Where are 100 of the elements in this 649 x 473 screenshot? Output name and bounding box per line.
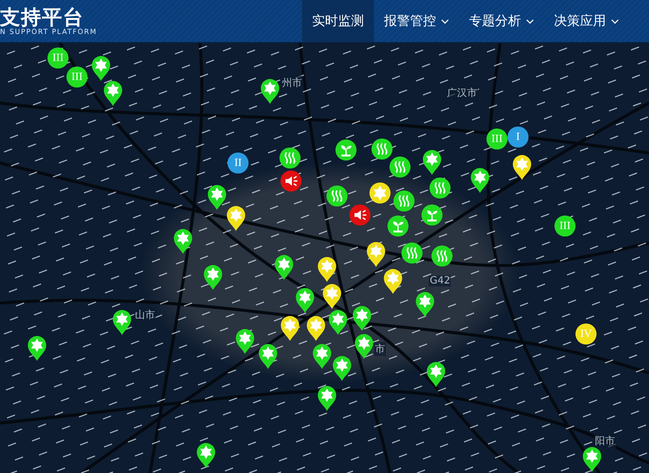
map-pin[interactable] — [332, 355, 352, 382]
chevron-down-icon — [526, 18, 534, 24]
map-pin[interactable] — [207, 184, 227, 211]
map-marker[interactable] — [431, 245, 453, 267]
map-marker[interactable] — [389, 156, 411, 178]
level-numeral: III — [72, 71, 82, 83]
map-pin[interactable] — [112, 309, 132, 336]
star-icon — [332, 312, 344, 326]
map-marker[interactable] — [279, 147, 301, 169]
place-label: 广汉市 — [446, 86, 478, 100]
star-icon — [426, 152, 438, 166]
place-label: 山市 — [134, 308, 156, 322]
nav-tab[interactable]: 实时监测 — [302, 0, 374, 42]
star-icon — [116, 312, 128, 326]
map-pin[interactable] — [582, 446, 602, 473]
map-marker[interactable] — [429, 177, 451, 199]
chevron-down-icon — [611, 18, 619, 24]
star-icon — [419, 294, 431, 308]
map-pin[interactable] — [322, 283, 342, 310]
map-marker[interactable] — [554, 215, 576, 237]
map-marker[interactable] — [421, 204, 443, 226]
star-icon — [516, 158, 528, 171]
map-pin[interactable] — [312, 343, 332, 370]
map-pin[interactable] — [354, 333, 374, 360]
platform-title: 支持平台 — [0, 6, 85, 28]
star-icon — [316, 346, 328, 360]
map-pin[interactable] — [258, 343, 278, 370]
steam-icon — [376, 143, 388, 155]
sprout-icon — [393, 221, 404, 232]
star-icon — [326, 286, 338, 300]
nav-tab[interactable]: 决策应用 — [544, 0, 629, 42]
map-pin[interactable] — [415, 291, 435, 318]
map-pin[interactable] — [470, 167, 490, 194]
map-pin[interactable] — [27, 335, 47, 362]
map-pin[interactable] — [317, 256, 337, 283]
map-marker[interactable] — [335, 139, 357, 161]
map-marker[interactable] — [393, 190, 415, 212]
star-icon — [31, 338, 43, 352]
map-marker[interactable] — [575, 323, 597, 345]
map-marker[interactable] — [280, 170, 302, 192]
map-pin[interactable] — [260, 78, 280, 105]
sprout-icon — [427, 210, 438, 222]
star-icon — [586, 450, 598, 463]
map-marker[interactable] — [326, 185, 348, 207]
star-icon — [239, 332, 251, 345]
map-marker[interactable] — [387, 215, 409, 237]
star-icon — [299, 290, 311, 304]
star-icon — [200, 446, 212, 459]
map-marker[interactable] — [227, 152, 249, 174]
star-icon — [262, 346, 274, 360]
map-pin[interactable] — [274, 254, 294, 281]
map-pin[interactable] — [103, 80, 123, 107]
star-icon — [310, 318, 322, 332]
level-numeral: III — [560, 220, 570, 232]
speaker-icon — [286, 176, 298, 186]
map-pin[interactable] — [280, 315, 300, 342]
map-pin[interactable] — [317, 385, 337, 412]
level-numeral: I — [516, 131, 520, 143]
map-pin[interactable] — [383, 268, 403, 295]
star-icon — [107, 84, 119, 97]
map-pin[interactable] — [352, 305, 372, 332]
map-pin[interactable] — [203, 264, 223, 291]
map-pin[interactable] — [235, 328, 255, 355]
map-marker[interactable] — [66, 66, 88, 88]
map-pin[interactable] — [426, 361, 446, 388]
map-pin[interactable] — [328, 309, 348, 336]
sprout-icon — [341, 145, 352, 156]
place-label: 阳市 — [594, 434, 616, 448]
map-marker[interactable] — [401, 242, 423, 264]
steam-icon — [394, 161, 406, 173]
map-marker[interactable] — [486, 128, 508, 150]
speaker-icon — [354, 210, 368, 220]
steam-icon — [284, 152, 296, 164]
level-numeral: IV — [580, 328, 592, 340]
star-icon — [387, 272, 399, 285]
nav-tab[interactable]: 报警管控 — [374, 0, 459, 42]
map-pin[interactable] — [295, 287, 315, 314]
star-icon — [356, 308, 368, 322]
map-marker[interactable] — [369, 182, 391, 204]
map-pin[interactable] — [422, 149, 442, 176]
map-pin[interactable] — [91, 55, 111, 82]
map-pin[interactable] — [306, 315, 326, 342]
map-pin[interactable] — [196, 442, 216, 469]
map-marker[interactable] — [371, 138, 393, 160]
map-pin[interactable] — [366, 241, 386, 268]
map-marker[interactable] — [349, 204, 371, 226]
map-marker[interactable] — [47, 47, 69, 69]
map-area[interactable]: 州市 广汉市 山市 市 阳市 G42 III III III I II III IV — [0, 43, 649, 473]
map-marker[interactable] — [507, 126, 529, 148]
star-icon — [264, 82, 276, 95]
map-pin[interactable] — [226, 205, 246, 232]
place-label: 州市 — [281, 76, 303, 90]
nav-tab[interactable]: 专题分析 — [459, 0, 544, 42]
star-icon — [177, 232, 189, 245]
map-pin[interactable] — [512, 154, 532, 181]
star-icon — [207, 268, 219, 281]
star-icon — [374, 186, 386, 200]
star-icon — [211, 188, 223, 201]
star-icon — [358, 336, 370, 350]
map-pin[interactable] — [173, 228, 193, 255]
